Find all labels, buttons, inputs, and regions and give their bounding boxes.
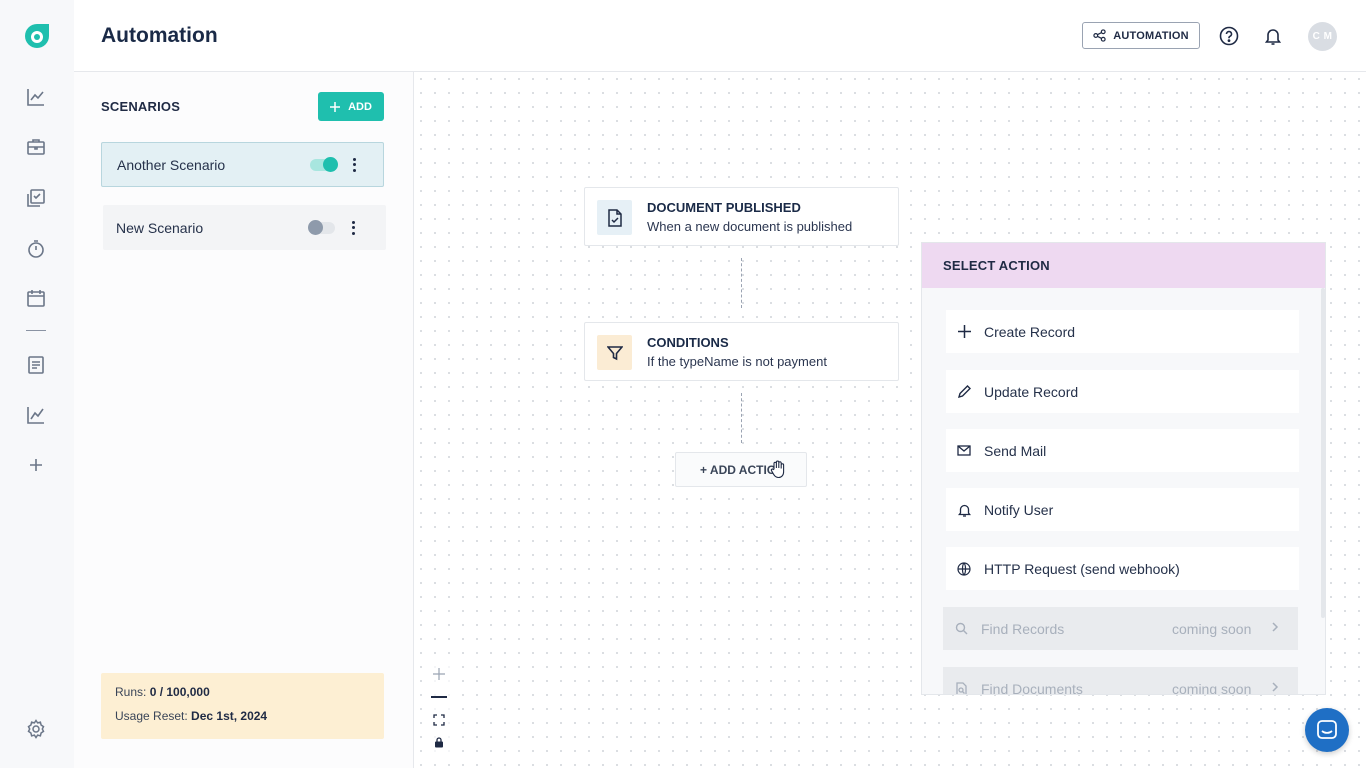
connector-line	[741, 393, 742, 443]
zoom-controls	[428, 662, 450, 754]
action-find-documents: Find Documents coming soon	[943, 667, 1298, 695]
runs-row: Runs: 0 / 100,000	[115, 685, 210, 699]
action-http-request[interactable]: HTTP Request (send webhook)	[946, 547, 1299, 590]
zoom-in-icon[interactable]	[428, 662, 450, 685]
pencil-icon	[956, 384, 972, 400]
automation-button-label: AUTOMATION	[1113, 29, 1189, 42]
reset-value: Dec 1st, 2024	[191, 709, 268, 723]
reset-row: Usage Reset: Dec 1st, 2024	[115, 709, 267, 723]
scenario-item-new[interactable]: New Scenario	[103, 205, 386, 250]
action-label: Create Record	[984, 323, 1076, 340]
conditions-title: CONDITIONS	[647, 335, 729, 350]
connector-line	[741, 258, 742, 308]
find-document-icon	[953, 681, 969, 694]
dashboard-chart-icon[interactable]	[24, 85, 48, 109]
help-icon[interactable]	[1218, 25, 1240, 47]
plus-icon	[956, 324, 972, 340]
avatar[interactable]: C M	[1308, 22, 1337, 51]
usage-box: Runs: 0 / 100,000 Usage Reset: Dec 1st, …	[101, 673, 384, 739]
scenarios-panel: SCENARIOS ADD Another Scenario New Scena…	[74, 72, 414, 768]
hand-cursor-icon	[770, 460, 785, 479]
runs-label: Runs:	[115, 685, 147, 699]
search-icon	[953, 621, 969, 637]
left-rail	[0, 0, 74, 768]
calendar-icon[interactable]	[24, 286, 48, 310]
scenario-toggle[interactable]	[310, 156, 338, 172]
document-icon[interactable]	[24, 353, 48, 377]
scenario-item-another[interactable]: Another Scenario	[101, 142, 384, 187]
action-update-record[interactable]: Update Record	[946, 370, 1299, 413]
coming-soon-badge: coming soon	[1172, 680, 1252, 695]
select-action-panel: SELECT ACTION Create Record Update Recor…	[921, 242, 1326, 695]
runs-value: 0 / 100,000	[149, 685, 210, 699]
add-scenario-label: ADD	[348, 100, 372, 113]
scenario-name: Another Scenario	[117, 156, 226, 173]
scenarios-title: SCENARIOS	[101, 99, 181, 114]
rail-divider	[26, 330, 46, 331]
document-check-icon	[597, 200, 632, 235]
conditions-node[interactable]: CONDITIONS If the typeName is not paymen…	[584, 322, 899, 381]
zoom-out-icon[interactable]	[428, 685, 450, 708]
action-label: Send Mail	[984, 442, 1047, 459]
bell-icon[interactable]	[1262, 25, 1284, 47]
coming-soon-badge: coming soon	[1172, 620, 1252, 637]
timer-icon[interactable]	[24, 237, 48, 261]
reset-label: Usage Reset:	[115, 709, 188, 723]
select-action-title: SELECT ACTION	[922, 243, 1325, 288]
action-create-record[interactable]: Create Record	[946, 310, 1299, 353]
scrollbar[interactable]	[1321, 288, 1325, 618]
chevron-right-icon	[1272, 622, 1279, 632]
action-label: Find Records	[981, 620, 1065, 637]
top-header: Automation AUTOMATION C M	[74, 0, 1366, 72]
action-label: Find Documents	[981, 680, 1083, 695]
checklist-icon[interactable]	[24, 186, 48, 210]
chat-launcher-button[interactable]	[1305, 708, 1349, 752]
share-nodes-icon	[1093, 29, 1106, 42]
action-label: HTTP Request (send webhook)	[984, 560, 1180, 577]
plus-icon	[330, 101, 341, 112]
chevron-right-icon	[1272, 682, 1279, 692]
chat-icon	[1317, 720, 1337, 739]
action-notify-user[interactable]: Notify User	[946, 488, 1299, 531]
scenario-toggle[interactable]	[308, 219, 335, 235]
bell-icon	[956, 502, 972, 518]
action-find-records: Find Records coming soon	[943, 607, 1298, 650]
lock-icon[interactable]	[428, 731, 450, 754]
kebab-menu-icon[interactable]	[350, 157, 358, 173]
gear-icon[interactable]	[24, 717, 48, 741]
mail-icon	[956, 443, 972, 459]
filter-icon	[597, 335, 632, 370]
action-label: Update Record	[984, 383, 1079, 400]
fit-view-icon[interactable]	[428, 708, 450, 731]
trigger-node[interactable]: DOCUMENT PUBLISHED When a new document i…	[584, 187, 899, 246]
action-send-mail[interactable]: Send Mail	[946, 429, 1299, 472]
plus-icon[interactable]	[24, 453, 48, 477]
action-label: Notify User	[984, 501, 1054, 518]
app-logo[interactable]	[23, 22, 51, 50]
trigger-title: DOCUMENT PUBLISHED	[647, 200, 801, 215]
add-scenario-button[interactable]: ADD	[318, 92, 384, 121]
trigger-subtitle: When a new document is published	[647, 219, 853, 234]
briefcase-icon[interactable]	[24, 135, 48, 159]
conditions-subtitle: If the typeName is not payment	[647, 354, 827, 369]
automation-button[interactable]: AUTOMATION	[1082, 22, 1200, 49]
analytics-icon[interactable]	[24, 403, 48, 427]
globe-icon	[956, 561, 972, 577]
scenario-name: New Scenario	[116, 219, 204, 236]
page-title: Automation	[101, 24, 218, 47]
kebab-menu-icon[interactable]	[349, 220, 357, 236]
